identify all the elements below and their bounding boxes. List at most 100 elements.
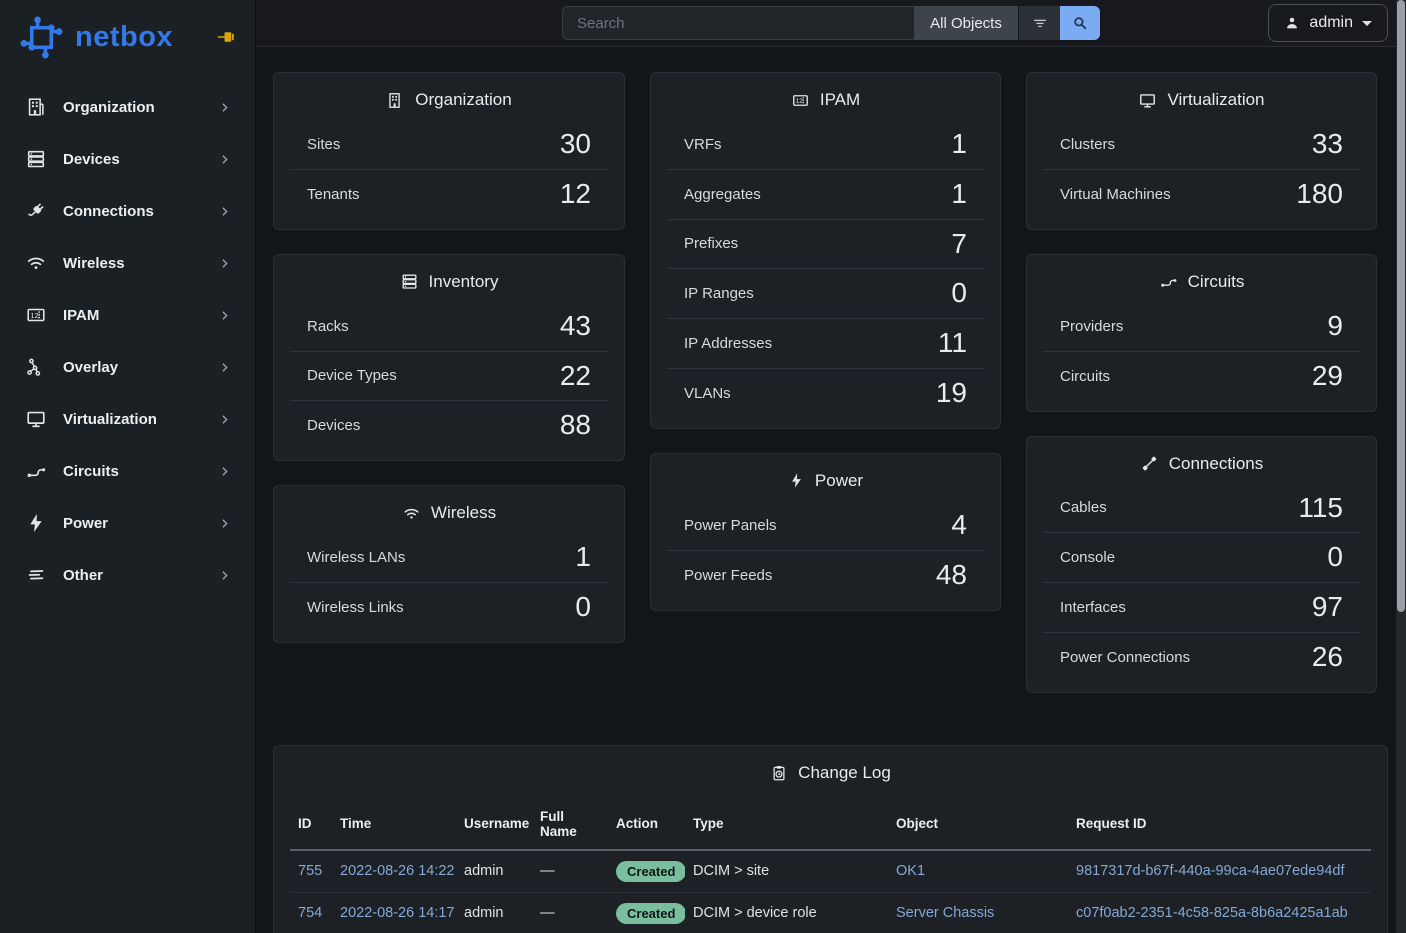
sidebar-item-connections[interactable]: Connections (12, 191, 243, 231)
stat-label: IP Ranges (684, 285, 754, 302)
stat-row-interfaces[interactable]: Interfaces 97 (1043, 583, 1360, 633)
stat-label: Power Connections (1060, 649, 1190, 666)
stat-value: 97 (1312, 592, 1343, 623)
change-request-id-link[interactable]: c07f0ab2-2351-4c58-825a-8b6a2425a1ab (1076, 905, 1348, 921)
chevron-right-icon (218, 361, 231, 374)
changelog-row: 754 2022-08-26 14:17 admin — Created DCI… (290, 892, 1371, 933)
stat-row-vlans[interactable]: VLANs 19 (667, 369, 984, 418)
change-request-id-link[interactable]: 9817317d-b67f-440a-99ca-4ae07ede94df (1076, 863, 1344, 879)
stat-label: Racks (307, 318, 349, 335)
chevron-right-icon (218, 413, 231, 426)
card-header: Power (651, 454, 1000, 497)
page-scrollbar (1396, 0, 1406, 933)
sidebar-item-label: Wireless (63, 255, 218, 272)
search-scope-button[interactable]: All Objects (914, 6, 1018, 40)
stat-row-devices[interactable]: Devices 88 (290, 401, 608, 450)
sidebar-item-virtualization[interactable]: Virtualization (12, 399, 243, 439)
stat-value: 19 (936, 378, 967, 409)
stat-value: 26 (1312, 642, 1343, 673)
sidebar-item-other[interactable]: Other (12, 555, 243, 595)
stat-value: 180 (1296, 179, 1343, 210)
filter-button[interactable] (1018, 6, 1060, 40)
stat-row-power-panels[interactable]: Power Panels 4 (667, 501, 984, 551)
chevron-right-icon (218, 569, 231, 582)
sidebar-item-organization[interactable]: Organization (12, 87, 243, 127)
stat-list: Racks 43 Device Types 22 Devices 88 (274, 298, 624, 461)
sidebar-item-label: Other (63, 567, 218, 584)
change-id-link[interactable]: 755 (298, 863, 322, 879)
card-virtualization: Virtualization Clusters 33 Virtual Machi… (1026, 72, 1377, 230)
stat-row-power-feeds[interactable]: Power Feeds 48 (667, 551, 984, 600)
card-header: Circuits (1027, 255, 1376, 298)
stat-row-wireless-links[interactable]: Wireless Links 0 (290, 583, 608, 632)
sidebar-item-power[interactable]: Power (12, 503, 243, 543)
card-title: Virtualization (1167, 90, 1264, 110)
sidebar-item-ipam[interactable]: 12 IPAM (12, 295, 243, 335)
sidebar-item-circuits[interactable]: Circuits (12, 451, 243, 491)
monitor-icon (1138, 91, 1157, 110)
stat-value: 1 (951, 179, 967, 210)
brand[interactable]: netbox (0, 0, 255, 74)
stat-row-racks[interactable]: Racks 43 (290, 302, 608, 352)
stat-value: 48 (936, 560, 967, 591)
stat-row-console[interactable]: Console 0 (1043, 533, 1360, 583)
stat-list: Power Panels 4 Power Feeds 48 (651, 497, 1000, 610)
rack-icon (400, 272, 419, 291)
stat-row-ip-addresses[interactable]: IP Addresses 11 (667, 319, 984, 369)
sidebar-item-overlay[interactable]: Overlay (12, 347, 243, 387)
stat-row-wireless-lans[interactable]: Wireless LANs 1 (290, 533, 608, 583)
change-object-link[interactable]: Server Chassis (896, 905, 994, 921)
stat-value: 30 (560, 129, 591, 160)
stat-list: Wireless LANs 1 Wireless Links 0 (274, 529, 624, 642)
card-connections: Connections Cables 115 Console 0 (1026, 436, 1377, 693)
stat-row-device-types[interactable]: Device Types 22 (290, 352, 608, 402)
scrollbar-thumb[interactable] (1397, 0, 1405, 612)
sidebar-item-wireless[interactable]: Wireless (12, 243, 243, 283)
dash-column-3: Virtualization Clusters 33 Virtual Machi… (1026, 72, 1377, 693)
sidebar-nav: Organization Devices (0, 74, 255, 620)
stat-row-cables[interactable]: Cables 115 (1043, 484, 1360, 534)
stat-row-tenants[interactable]: Tenants 12 (290, 170, 608, 219)
sidebar-item-devices[interactable]: Devices (12, 139, 243, 179)
stat-row-sites[interactable]: Sites 30 (290, 120, 608, 170)
changelog-card: Change Log ID Time Username Full Name Ac (273, 745, 1388, 933)
stat-row-prefixes[interactable]: Prefixes 7 (667, 220, 984, 270)
stat-row-power-connections[interactable]: Power Connections 26 (1043, 633, 1360, 682)
stat-label: Wireless Links (307, 599, 404, 616)
search-input[interactable] (562, 6, 914, 40)
stat-list: Clusters 33 Virtual Machines 180 (1027, 116, 1376, 229)
pin-sidebar-icon[interactable] (217, 30, 235, 44)
search-submit-button[interactable] (1060, 6, 1100, 40)
stat-row-virtual-machines[interactable]: Virtual Machines 180 (1043, 170, 1360, 219)
change-object-link[interactable]: OK1 (896, 863, 925, 879)
change-type: DCIM > device role (685, 892, 888, 933)
stat-label: Device Types (307, 367, 397, 384)
stat-row-vrfs[interactable]: VRFs 1 (667, 120, 984, 170)
stat-list: Providers 9 Circuits 29 (1027, 298, 1376, 411)
sidebar-item-label: Circuits (63, 463, 218, 480)
card-title: Circuits (1188, 272, 1245, 292)
stat-row-ip-ranges[interactable]: IP Ranges 0 (667, 269, 984, 319)
changelog-title: Change Log (798, 763, 891, 783)
col-header-full-name: Full Name (532, 801, 608, 850)
bolt-icon (24, 511, 48, 535)
building-icon (386, 91, 405, 110)
stat-row-providers[interactable]: Providers 9 (1043, 302, 1360, 352)
stat-row-circuits[interactable]: Circuits 29 (1043, 352, 1360, 401)
stat-value: 115 (1298, 493, 1343, 524)
stat-row-aggregates[interactable]: Aggregates 1 (667, 170, 984, 220)
chevron-right-icon (218, 465, 231, 478)
wifi-icon (24, 251, 48, 275)
change-time-link[interactable]: 2022-08-26 14:22 (340, 863, 455, 879)
svg-text:12: 12 (796, 98, 804, 105)
search-icon (1071, 14, 1089, 32)
stat-value: 4 (951, 510, 967, 541)
stat-label: Providers (1060, 318, 1123, 335)
card-organization: Organization Sites 30 Tenants 12 (273, 72, 625, 230)
user-menu-button[interactable]: admin (1268, 4, 1388, 42)
change-time-link[interactable]: 2022-08-26 14:17 (340, 905, 455, 921)
stat-row-clusters[interactable]: Clusters 33 (1043, 120, 1360, 170)
sidebar-item-label: Power (63, 515, 218, 532)
change-id-link[interactable]: 754 (298, 905, 322, 921)
change-username: admin (456, 850, 532, 893)
